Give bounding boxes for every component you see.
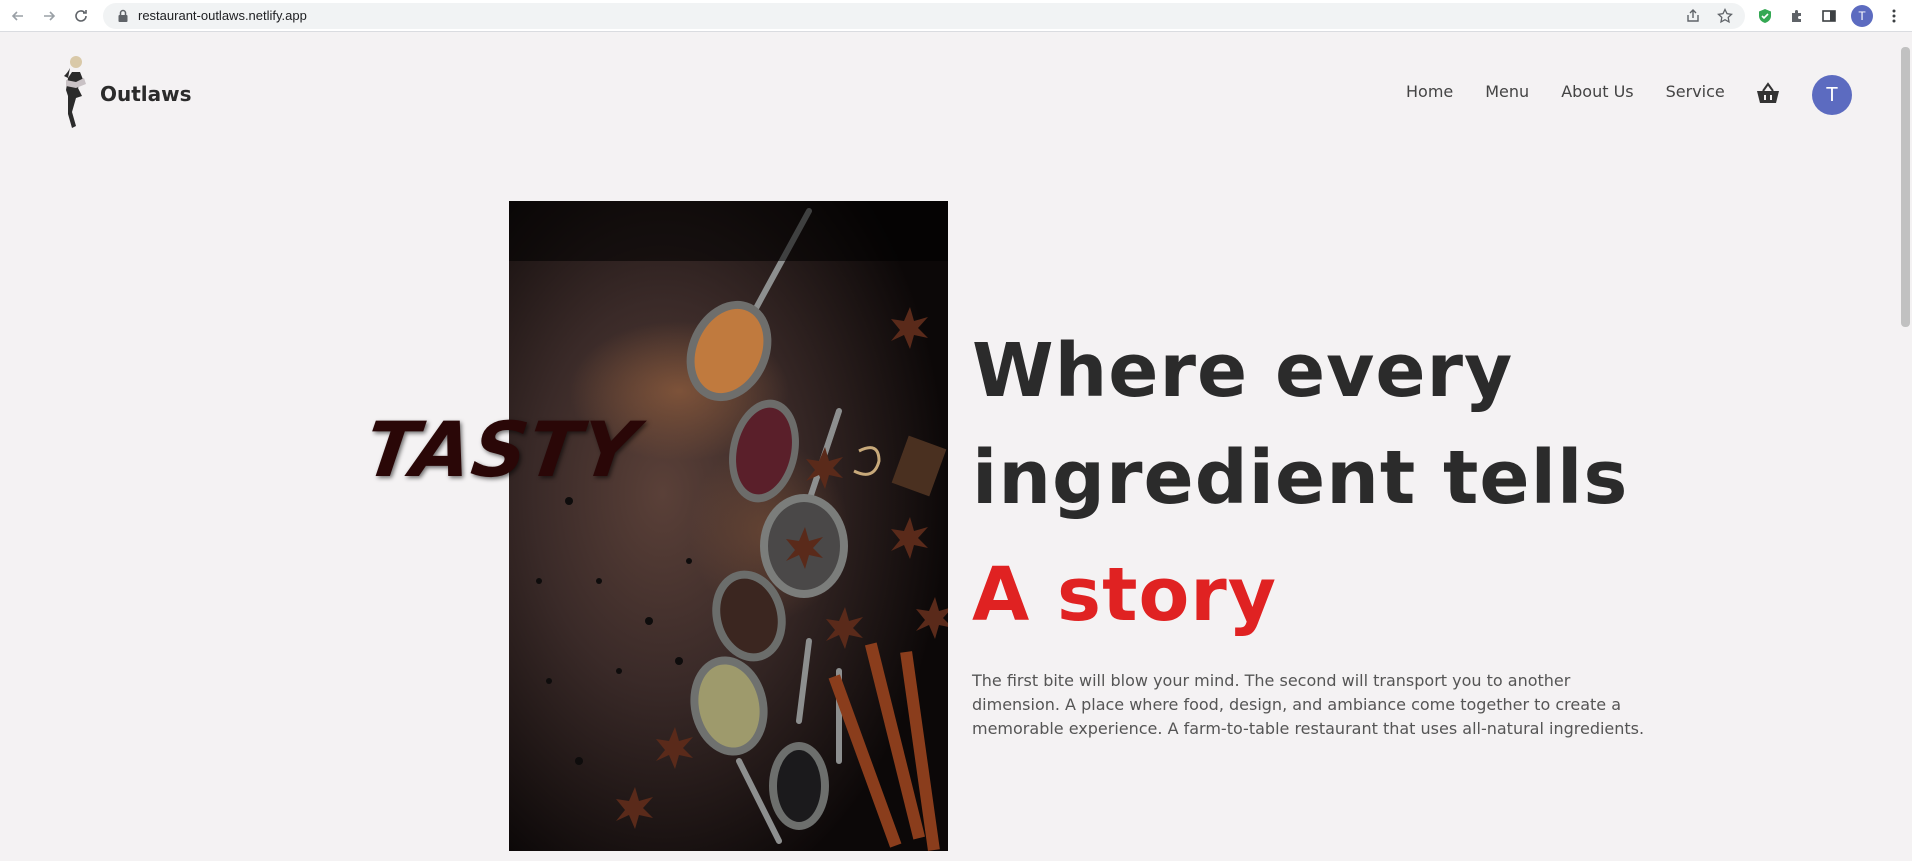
hero-spices-image xyxy=(509,201,948,851)
brand[interactable]: Outlaws xyxy=(56,54,192,134)
nav-about-us[interactable]: About Us xyxy=(1561,82,1633,101)
page-scrollbar[interactable] xyxy=(1898,33,1912,861)
reload-icon[interactable] xyxy=(69,4,93,28)
scrollbar-thumb[interactable] xyxy=(1901,47,1910,327)
browser-profile-avatar[interactable]: T xyxy=(1851,5,1873,27)
url-text[interactable]: restaurant-outlaws.netlify.app xyxy=(138,8,307,23)
headline-accent: A story xyxy=(972,552,1278,638)
basket-icon[interactable] xyxy=(1755,82,1781,106)
nav-menu[interactable]: Menu xyxy=(1485,82,1529,101)
address-bar[interactable]: restaurant-outlaws.netlify.app xyxy=(103,3,1745,29)
user-avatar[interactable]: T xyxy=(1812,75,1852,115)
side-panel-icon[interactable] xyxy=(1817,4,1841,28)
brand-name: Outlaws xyxy=(100,82,192,106)
hero-description: The first bite will blow your mind. The … xyxy=(972,671,1645,738)
tasty-overlay-word: TASTY xyxy=(359,405,644,494)
main-nav: Home Menu About Us Service xyxy=(1406,82,1757,101)
browser-toolbar: restaurant-outlaws.netlify.app T xyxy=(0,0,1912,32)
forward-icon[interactable] xyxy=(37,4,61,28)
shield-extension-icon[interactable] xyxy=(1753,4,1777,28)
star-icon[interactable] xyxy=(1713,4,1737,28)
hero-headline: Where every ingredient tells A story xyxy=(972,318,1628,649)
puzzle-icon[interactable] xyxy=(1785,4,1809,28)
share-icon[interactable] xyxy=(1681,4,1705,28)
menu-dots-icon[interactable] xyxy=(1882,4,1906,28)
headline-line-2: ingredient tells xyxy=(972,435,1629,521)
nav-home[interactable]: Home xyxy=(1406,82,1453,101)
lock-icon[interactable] xyxy=(117,9,129,23)
brand-logo-icon xyxy=(64,56,86,128)
back-icon[interactable] xyxy=(6,4,30,28)
headline-line-1: Where every xyxy=(972,328,1514,414)
nav-service[interactable]: Service xyxy=(1666,82,1725,101)
